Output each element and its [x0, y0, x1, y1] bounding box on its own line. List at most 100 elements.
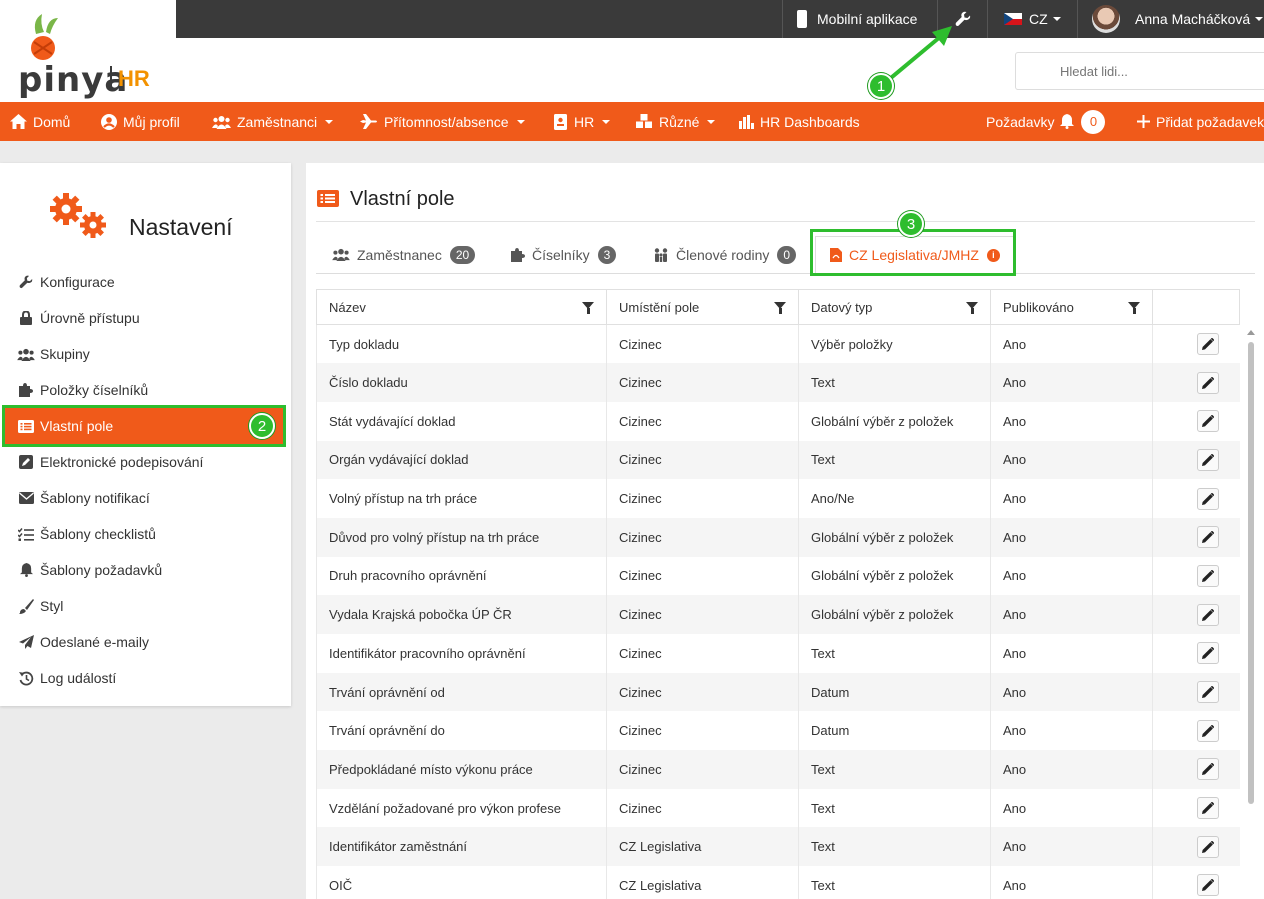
table-row[interactable]: Stát vydávající doklad Cizinec Globální vý… — [316, 401, 1240, 441]
cell-location: Cizinec — [606, 517, 799, 557]
edit-button[interactable] — [1197, 526, 1219, 549]
edit-button[interactable] — [1197, 603, 1219, 626]
nav-item-hr[interactable]: HR — [554, 102, 611, 141]
tab-label: Členové rodiny — [676, 246, 770, 263]
cell-published: Ano — [990, 517, 1153, 557]
cell-location: Cizinec — [606, 363, 799, 402]
table-row[interactable]: Orgán vydávající doklad Cizinec Text Ano — [316, 440, 1240, 480]
czech-flag-icon — [1004, 13, 1022, 25]
table-row[interactable]: Vzdělání požadované pro výkon profese Ciz… — [316, 788, 1240, 828]
sidebar-item-access-levels[interactable]: Úrovně přístupu — [0, 300, 291, 336]
table-row[interactable]: Důvod pro volný přístup na trh práce Cizi… — [316, 517, 1240, 557]
bell-icon — [1060, 114, 1075, 129]
nav-item-attendance[interactable]: Přítomnost/absence — [360, 102, 525, 141]
table-scrollbar[interactable] — [1246, 330, 1255, 810]
user-menu[interactable]: Anna Macháčková — [1077, 0, 1264, 38]
table-row[interactable]: Předpokládané místo výkonu práce Cizinec T… — [316, 750, 1240, 789]
filter-icon[interactable] — [582, 302, 594, 314]
nav-item-employees[interactable]: Zaměstnanci — [212, 102, 334, 141]
filter-icon[interactable] — [1128, 302, 1140, 314]
edit-button[interactable] — [1197, 410, 1219, 433]
search-people-input[interactable] — [1015, 52, 1264, 90]
sidebar-item-label: Elektronické podepisování — [40, 454, 204, 470]
column-header-data-type[interactable]: Datový typ — [798, 289, 991, 325]
nav-item-misc[interactable]: Různé — [635, 102, 716, 141]
filter-icon[interactable] — [774, 302, 786, 314]
pencil-icon — [1202, 647, 1214, 660]
table-row[interactable]: Identifikátor zaměstnání CZ Legislativa Te… — [316, 827, 1240, 867]
sidebar-item-codelist-items[interactable]: Položky číselníků — [0, 372, 291, 408]
table-row[interactable]: Trvání oprávnění do Cizinec Datum Ano — [316, 711, 1240, 751]
requests-count-badge: 0 — [1081, 109, 1106, 134]
cell-location: CZ Legislativa — [606, 827, 799, 867]
sidebar-item-e-signing[interactable]: Elektronické podepisování — [0, 444, 291, 480]
cell-published: Ano — [990, 324, 1153, 364]
table-row[interactable]: Typ dokladu Cizinec Výběr položky Ano — [316, 324, 1240, 364]
nav-item-requests[interactable]: Požadavky 0 — [986, 102, 1106, 141]
pencil-icon — [1202, 608, 1214, 621]
column-header-name[interactable]: Název — [316, 289, 607, 325]
sidebar-item-configuration[interactable]: Konfigurace — [0, 264, 291, 300]
table-row[interactable]: Vydala Krajská pobočka ÚP ČR Cizinec Globá… — [316, 595, 1240, 634]
scrollbar-thumb[interactable] — [1248, 342, 1254, 804]
edit-button[interactable] — [1197, 719, 1219, 742]
count-badge: 3 — [597, 245, 617, 264]
edit-button[interactable] — [1197, 797, 1219, 820]
pinya-logo[interactable]: pinya HR — [8, 12, 158, 100]
tab-employee[interactable]: Zaměstnanec 20 — [332, 236, 476, 273]
users-icon — [332, 248, 350, 261]
cell-actions — [1152, 324, 1240, 364]
phone-icon — [797, 10, 807, 28]
edit-button[interactable] — [1197, 448, 1219, 471]
edit-button[interactable] — [1197, 642, 1219, 665]
table-row[interactable]: Identifikátor pracovního oprávnění Cizine… — [316, 634, 1240, 673]
edit-button[interactable] — [1197, 371, 1219, 394]
tab-codelists[interactable]: Číselníky 3 — [511, 236, 617, 273]
sidebar-item-checklist-templates[interactable]: Šablony checklistů — [0, 516, 291, 552]
sidebar-item-sent-emails[interactable]: Odeslané e-maily — [0, 624, 291, 660]
table-row[interactable]: Druh pracovního oprávnění Cizinec Globální… — [316, 556, 1240, 596]
column-header-published[interactable]: Publikováno — [990, 289, 1153, 325]
tab-label: Číselníky — [532, 246, 590, 263]
edit-button[interactable] — [1197, 835, 1219, 858]
nav-item-home[interactable]: Domů — [10, 102, 70, 141]
sidebar-item-request-templates[interactable]: Šablony požadavků — [0, 552, 291, 588]
table-row[interactable]: OIČ CZ Legislativa Text Ano — [316, 866, 1240, 899]
edit-button[interactable] — [1197, 487, 1219, 510]
nav-item-my-profile[interactable]: Můj profil — [101, 102, 180, 141]
add-request-button[interactable]: Přidat požadavek — [1137, 102, 1264, 141]
tab-family-members[interactable]: Členové rodiny 0 — [653, 236, 797, 273]
table-row[interactable]: Volný přístup na trh práce Cizinec Ano/Ne A… — [316, 479, 1240, 518]
edit-button[interactable] — [1197, 564, 1219, 587]
sidebar-item-custom-fields[interactable]: Vlastní pole — [5, 408, 283, 444]
cell-location: Cizinec — [606, 634, 799, 673]
sidebar-item-event-log[interactable]: Log událostí — [0, 660, 291, 696]
table-row[interactable]: Číslo dokladu Cizinec Text Ano — [316, 363, 1240, 402]
requests-label: Požadavky — [986, 113, 1055, 130]
divider — [316, 221, 1255, 222]
add-request-label: Přidat požadavek — [1156, 113, 1264, 130]
sidebar-item-label: Log událostí — [40, 670, 117, 686]
sidebar-item-notification-templates[interactable]: Šablony notifikací — [0, 480, 291, 516]
column-header-location[interactable]: Umístění pole — [606, 289, 799, 325]
edit-button[interactable] — [1197, 758, 1219, 781]
annotation-marker-3: 3 — [898, 211, 924, 237]
scroll-up-arrow[interactable] — [1247, 330, 1255, 335]
cell-published: Ano — [990, 750, 1153, 789]
cell-data-type: Text — [798, 827, 991, 867]
language-selector[interactable]: CZ — [987, 0, 1077, 38]
filter-icon[interactable] — [966, 302, 978, 314]
cell-location: Cizinec — [606, 788, 799, 828]
cell-actions — [1152, 595, 1240, 634]
sidebar-item-style[interactable]: Styl — [0, 588, 291, 624]
edit-button[interactable] — [1197, 874, 1219, 897]
puzzle-icon — [17, 383, 35, 397]
table-row[interactable]: Trvání oprávnění od Cizinec Datum Ano — [316, 672, 1240, 712]
tab-cz-legislation[interactable]: CZ Legislativa/JMHZ i — [815, 236, 1015, 274]
edit-button[interactable] — [1197, 333, 1219, 356]
cell-actions — [1152, 788, 1240, 828]
nav-item-hr-dashboards[interactable]: HR Dashboards — [739, 102, 860, 141]
cell-published: Ano — [990, 401, 1153, 441]
edit-button[interactable] — [1197, 681, 1219, 704]
sidebar-item-groups[interactable]: Skupiny — [0, 336, 291, 372]
